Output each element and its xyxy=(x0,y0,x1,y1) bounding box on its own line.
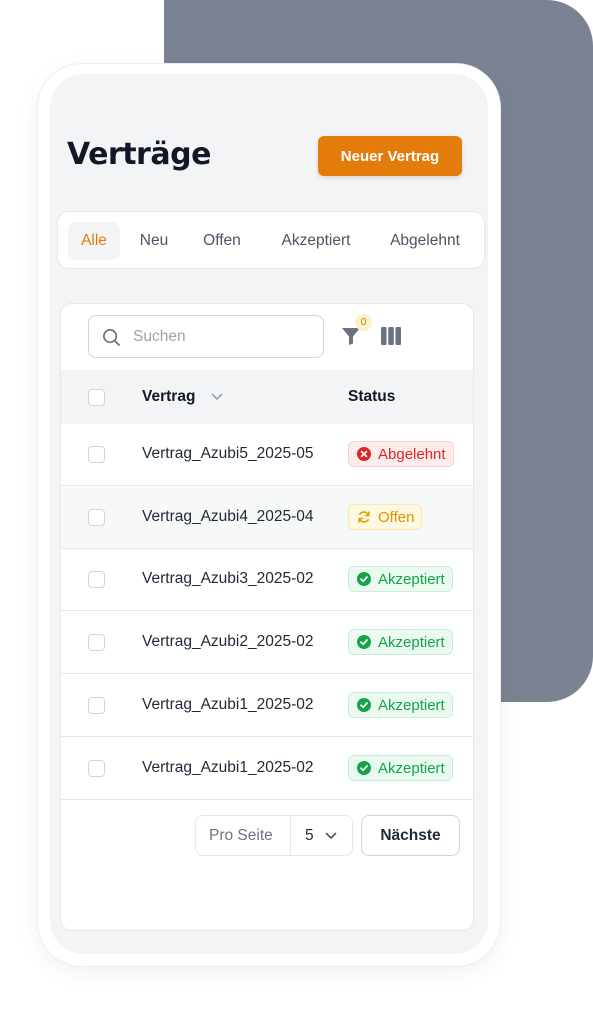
tab-rejected[interactable]: Abgelehnt xyxy=(380,222,470,260)
row-checkbox[interactable] xyxy=(88,634,105,651)
status-badge: Akzeptiert xyxy=(348,755,453,781)
contract-name: Vertrag_Azubi1_2025-02 xyxy=(142,696,314,713)
table-row[interactable]: Vertrag_Azubi3_2025-02 Akzeptiert xyxy=(61,549,473,611)
search-input[interactable] xyxy=(133,316,313,357)
refresh-icon xyxy=(358,511,370,523)
columns-icon[interactable] xyxy=(381,327,401,345)
tab-all[interactable]: Alle xyxy=(68,222,120,260)
chevron-down-icon xyxy=(325,832,337,839)
status-tabs: Alle Neu Offen Akzeptiert Abgelehnt xyxy=(57,211,485,269)
row-checkbox[interactable] xyxy=(88,697,105,714)
status-badge: Akzeptiert xyxy=(348,629,453,655)
status-badge: Abgelehnt xyxy=(348,441,454,467)
status-label: Offen xyxy=(378,508,415,526)
row-checkbox[interactable] xyxy=(88,446,105,463)
page-title: Verträge xyxy=(67,137,211,172)
table-header: Vertrag Status xyxy=(61,370,473,425)
next-page-button[interactable]: Nächste xyxy=(361,815,460,856)
status-badge: Akzeptiert xyxy=(348,566,453,592)
status-label: Abgelehnt xyxy=(378,445,446,463)
tab-new[interactable]: Neu xyxy=(133,222,175,260)
per-page-value: 5 xyxy=(305,827,314,844)
check-circle-icon xyxy=(357,635,371,649)
check-circle-icon xyxy=(357,572,371,586)
per-page-select[interactable]: 5 xyxy=(291,816,352,855)
check-circle-icon xyxy=(357,761,371,775)
status-label: Akzeptiert xyxy=(378,570,445,588)
row-checkbox[interactable] xyxy=(88,760,105,777)
status-label: Akzeptiert xyxy=(378,633,445,651)
tab-accepted[interactable]: Akzeptiert xyxy=(268,222,364,260)
contract-name: Vertrag_Azubi4_2025-04 xyxy=(142,508,314,525)
contract-name: Vertrag_Azubi1_2025-02 xyxy=(142,759,314,776)
filter-count-badge: 0 xyxy=(355,314,372,331)
per-page-label: Pro Seite xyxy=(209,827,273,844)
per-page-control: Pro Seite 5 xyxy=(195,815,353,856)
contract-name: Vertrag_Azubi3_2025-02 xyxy=(142,570,314,587)
table-row[interactable]: Vertrag_Azubi1_2025-02 Akzeptiert xyxy=(61,675,473,737)
row-checkbox[interactable] xyxy=(88,571,105,588)
app-screen: Verträge Neuer Vertrag Alle Neu Offen Ak… xyxy=(50,74,488,954)
new-contract-button[interactable]: Neuer Vertrag xyxy=(318,136,462,176)
status-badge: Akzeptiert xyxy=(348,692,453,718)
x-circle-icon xyxy=(357,447,371,461)
status-badge: Offen xyxy=(348,504,423,530)
column-header-status: Status xyxy=(348,388,396,405)
table-row[interactable]: Vertrag_Azubi2_2025-02 Akzeptiert xyxy=(61,612,473,674)
table-row[interactable]: Vertrag_Azubi4_2025-04 Offen xyxy=(61,487,473,549)
sort-chevron-icon[interactable] xyxy=(211,393,223,401)
search-box xyxy=(88,315,324,358)
column-header-contract-label: Vertrag xyxy=(142,388,196,405)
search-icon xyxy=(103,329,120,346)
check-circle-icon xyxy=(357,698,371,712)
select-all-checkbox[interactable] xyxy=(88,389,105,406)
phone-frame: Verträge Neuer Vertrag Alle Neu Offen Ak… xyxy=(38,64,500,966)
contract-name: Vertrag_Azubi2_2025-02 xyxy=(142,633,314,650)
table-row[interactable]: Vertrag_Azubi5_2025-05 Abgelehnt xyxy=(61,424,473,486)
table-row[interactable]: Vertrag_Azubi1_2025-02 Akzeptiert xyxy=(61,738,473,800)
contract-name: Vertrag_Azubi5_2025-05 xyxy=(142,445,314,462)
status-label: Akzeptiert xyxy=(378,759,445,777)
tab-open[interactable]: Offen xyxy=(192,222,252,260)
contracts-table: 0 Vertrag Status Vertrag xyxy=(60,303,474,931)
status-label: Akzeptiert xyxy=(378,696,445,714)
row-checkbox[interactable] xyxy=(88,509,105,526)
